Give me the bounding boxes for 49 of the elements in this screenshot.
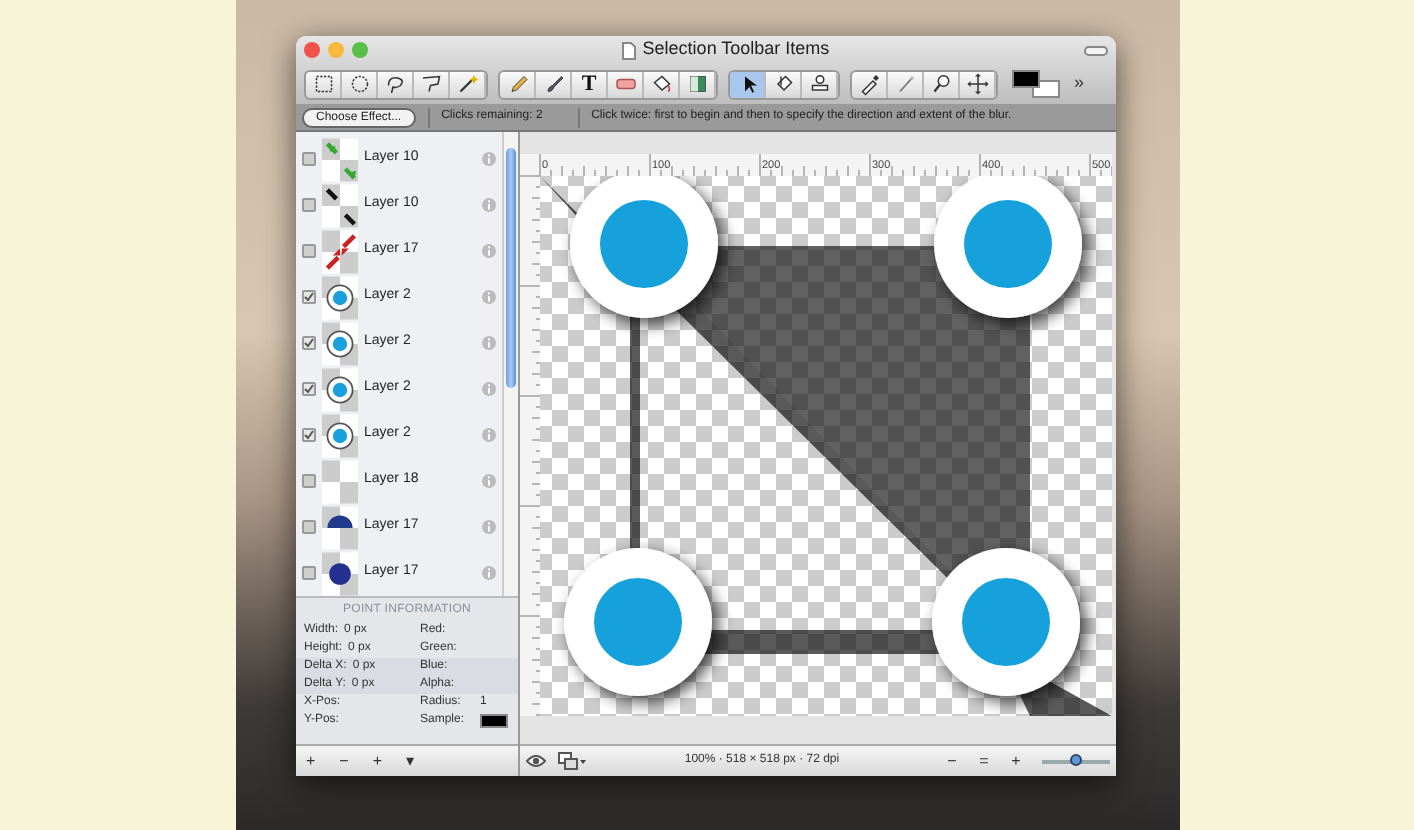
zoom-slider[interactable] <box>1042 751 1110 771</box>
add-layer-button[interactable]: + <box>304 749 318 773</box>
foreground-color-swatch[interactable] <box>1012 70 1040 88</box>
pointer-tool-button[interactable] <box>730 71 766 97</box>
document-icon <box>622 41 637 59</box>
menu-button[interactable]: ▾ <box>404 749 417 773</box>
window-title: Selection Toolbar Items <box>642 36 830 63</box>
pencil-icon <box>505 72 529 96</box>
visibility-checkbox[interactable] <box>302 382 316 396</box>
visibility-checkbox[interactable] <box>302 198 316 212</box>
move-icon <box>965 72 989 96</box>
text-tool-button[interactable]: T <box>572 71 608 97</box>
checkmark-icon <box>304 384 314 394</box>
close-button[interactable] <box>304 42 320 58</box>
zoom-icon <box>929 72 953 96</box>
checkmark-icon <box>304 338 314 348</box>
visibility-checkbox[interactable] <box>302 428 316 442</box>
visibility-checkbox[interactable] <box>302 474 316 488</box>
remove-layer-button[interactable]: − <box>337 749 351 773</box>
visibility-checkbox[interactable] <box>302 290 316 304</box>
visibility-checkbox[interactable] <box>302 336 316 350</box>
overflow-button[interactable]: » <box>1074 70 1085 98</box>
scroll-thumb[interactable] <box>506 148 516 388</box>
checkmark-icon <box>304 292 314 302</box>
visibility-checkbox[interactable] <box>302 152 316 166</box>
visibility-checkbox[interactable] <box>302 566 316 580</box>
toolbar-toggle-button[interactable] <box>1084 45 1108 55</box>
brush-icon <box>541 72 565 96</box>
bucket-icon <box>649 72 673 96</box>
pointfill-icon <box>771 72 795 96</box>
gradient-icon <box>685 72 709 96</box>
visibility-checkbox[interactable] <box>302 244 316 258</box>
eyedropper-icon <box>857 72 881 96</box>
lasso-icon <box>383 72 407 96</box>
zoom-out-button[interactable]: − <box>938 749 966 773</box>
visibility-checkbox[interactable] <box>302 520 316 534</box>
layers-scrollbar[interactable] <box>502 132 518 596</box>
eye-icon[interactable] <box>526 754 546 768</box>
slider-thumb[interactable] <box>1070 753 1082 765</box>
actual-size-button[interactable]: = <box>970 749 998 773</box>
polylasso-icon <box>419 72 443 96</box>
zoom-in-button[interactable]: + <box>1002 749 1030 773</box>
layers-menu-icon[interactable] <box>558 752 586 770</box>
checkmark-icon <box>304 430 314 440</box>
stamp-icon <box>807 72 831 96</box>
marquee-icon <box>311 72 335 96</box>
wand-icon <box>455 72 479 96</box>
ellipse-icon <box>347 72 371 96</box>
merge-button[interactable]: + <box>370 749 385 773</box>
